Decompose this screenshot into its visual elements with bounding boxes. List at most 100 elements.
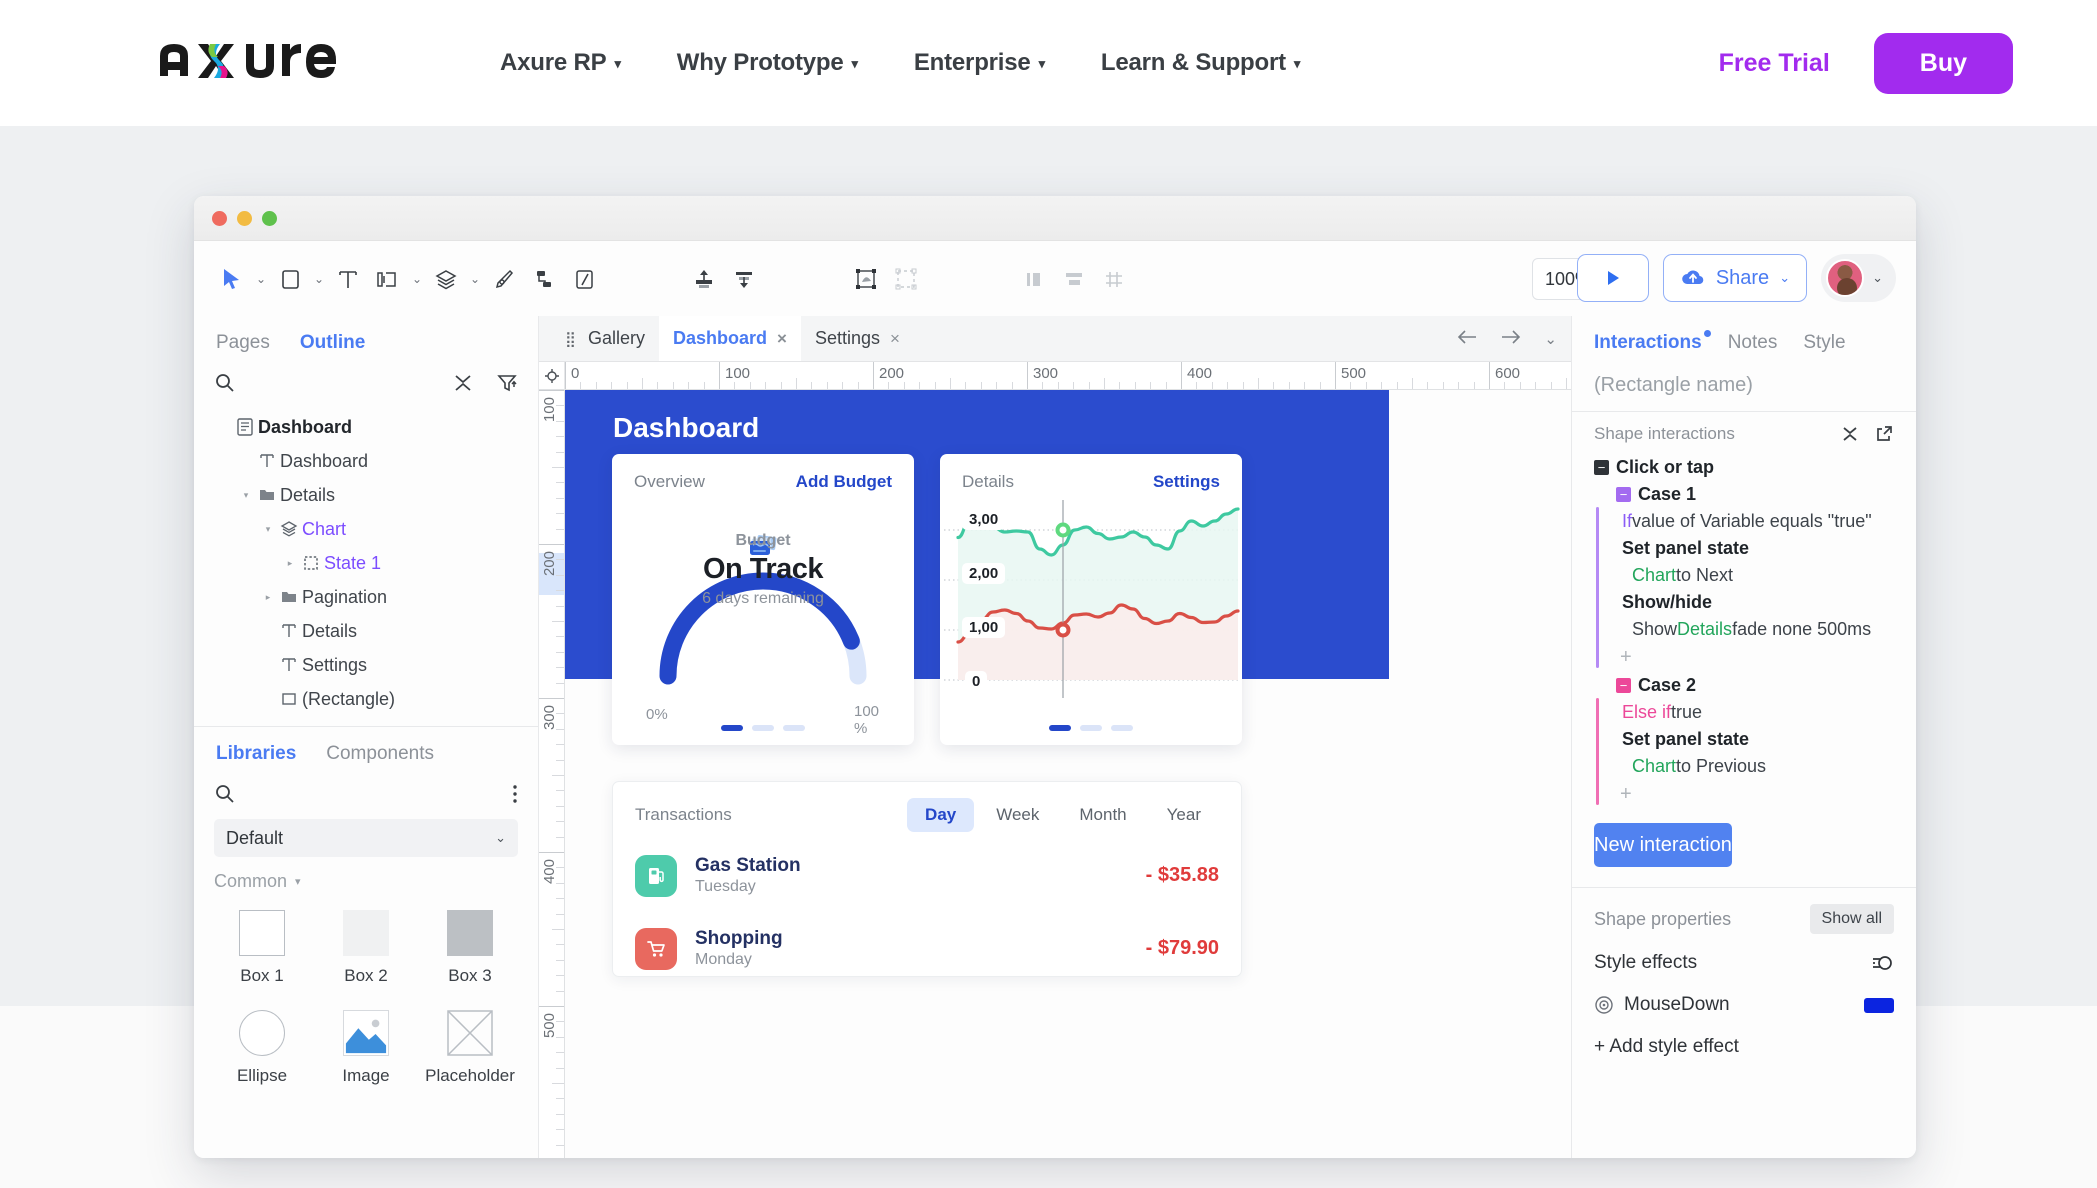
tab-style[interactable]: Style [1803,332,1845,354]
outline-item-chart-panel[interactable]: ▾ Chart [194,512,538,546]
outline-item-state-1[interactable]: ▸ State 1 [194,546,538,580]
tab-interactions[interactable]: Interactions [1594,330,1711,354]
case-1-condition[interactable]: If value of Variable equals "true" [1572,508,1916,535]
range-tab-day[interactable]: Day [907,798,975,832]
widget-image[interactable]: Image [314,1002,418,1094]
pagination-dot[interactable] [783,725,805,731]
share-button[interactable]: Share ⌄ [1662,254,1808,302]
chart-marker-1[interactable] [1055,522,1071,538]
pagination-dot[interactable] [1080,725,1102,731]
canvas-stage[interactable]: Dashboard Overview Add Budget Budget On … [565,390,1571,1158]
maximize-window-button[interactable] [262,210,277,226]
budget-overview-card[interactable]: Overview Add Budget Budget On Track 6 da… [612,454,914,745]
case-1-header[interactable]: − Case 1 [1572,481,1916,508]
widget-placeholder[interactable]: Placeholder [418,1002,522,1094]
chart-settings-button[interactable]: Settings [1153,472,1220,492]
case-2-add-action[interactable]: + [1572,780,1916,809]
outline-item-details-text[interactable]: Details [194,614,538,648]
tab-libraries[interactable]: Libraries [216,743,296,765]
doc-tab-dashboard[interactable]: Dashboard × [659,316,801,361]
outline-item-details-folder[interactable]: ▾ Details [194,478,538,512]
collapse-toggle-icon[interactable]: − [1616,678,1631,693]
outline-item-pagination[interactable]: ▸ Pagination [194,580,538,614]
pointer-tool-icon[interactable] [212,259,252,299]
layout-tool-icon[interactable] [368,259,408,299]
show-all-button[interactable]: Show all [1809,904,1894,934]
pagination-dot[interactable] [721,725,743,731]
widget-box-2[interactable]: Box 2 [314,902,418,994]
distribute-horizontal-icon[interactable] [1014,259,1054,299]
add-style-effect-button[interactable]: + Add style effect [1572,1026,1916,1068]
filter-icon[interactable] [496,372,518,394]
case-1-action-1-detail[interactable]: Chart to Next [1572,562,1916,589]
twisty[interactable]: ▸ [282,558,298,569]
case-1-action-2-detail[interactable]: Show Details fade none 500ms [1572,616,1916,643]
nav-item-enterprise[interactable]: Enterprise ▾ [914,49,1045,77]
case-1-action-1-name[interactable]: Set panel state [1572,535,1916,562]
layers-tool-icon[interactable] [426,259,466,299]
case-2-action-1-detail[interactable]: Chart to Previous [1572,753,1916,780]
outline-item-rectangle[interactable]: (Rectangle) [194,682,538,716]
close-icon[interactable]: × [890,329,900,349]
outline-item-dashboard-text[interactable]: Dashboard [194,444,538,478]
minimize-window-button[interactable] [237,210,252,226]
doc-tab-gallery[interactable]: ⣿ Gallery [551,316,659,361]
forward-arrow-icon[interactable] [1500,328,1522,351]
pointer-tool-chevron-down-icon[interactable]: ⌄ [252,272,270,286]
nav-item-why-prototype[interactable]: Why Prototype ▾ [677,49,858,77]
range-tab-week[interactable]: Week [978,798,1057,832]
effect-color-swatch[interactable] [1864,997,1894,1013]
collapse-toggle-icon[interactable]: − [1616,487,1631,502]
widget-box-3[interactable]: Box 3 [418,902,522,994]
pagination-dot[interactable] [1111,725,1133,731]
outline-item-settings-text[interactable]: Settings [194,648,538,682]
range-tab-year[interactable]: Year [1149,798,1219,832]
doc-tab-settings[interactable]: Settings × [801,316,914,361]
collapse-toggle-icon[interactable]: − [1594,460,1609,475]
text-tool-icon[interactable] [328,259,368,299]
rectangle-tool-icon[interactable] [270,259,310,299]
pagination-dot[interactable] [752,725,774,731]
unmask-selection-icon[interactable] [886,259,926,299]
ruler-origin-icon[interactable] [539,362,565,390]
event-click-or-tap[interactable]: − Click or tap [1572,454,1916,481]
connector-tool-icon[interactable] [524,259,564,299]
nav-item-axure-rp[interactable]: Axure RP ▾ [500,49,621,77]
tab-notes[interactable]: Notes [1728,332,1778,354]
library-category[interactable]: Common ▾ [194,857,538,896]
buy-button[interactable]: Buy [1873,32,2013,94]
send-to-back-icon[interactable] [724,259,764,299]
drag-handle-icon[interactable]: ⣿ [565,330,576,348]
pen-tool-icon[interactable] [484,259,524,299]
tab-list-chevron-down-icon[interactable]: ⌄ [1544,330,1557,348]
twisty[interactable]: ▾ [238,490,254,501]
range-tab-month[interactable]: Month [1061,798,1144,832]
outline-item-dashboard-page[interactable]: Dashboard [194,410,538,444]
account-menu[interactable]: ⌄ [1821,254,1896,302]
case-2-action-1-name[interactable]: Set panel state [1572,726,1916,753]
grid-icon[interactable] [1094,259,1134,299]
case-1-add-action[interactable]: + [1572,643,1916,672]
details-chart-card[interactable]: Details Settings 3,00 2,00 1,00 0 [940,454,1242,745]
collapse-all-icon[interactable] [452,372,474,394]
twisty[interactable]: ▾ [260,524,276,535]
tab-components[interactable]: Components [326,743,434,765]
distribute-vertical-icon[interactable] [1054,259,1094,299]
transaction-row[interactable]: Shopping Monday - $79.90 [613,919,1241,978]
case-2-header[interactable]: − Case 2 [1572,672,1916,699]
transaction-row[interactable]: Gas Station Tuesday - $35.88 [613,846,1241,905]
collapse-all-icon[interactable] [1840,424,1860,444]
axure-logo[interactable] [158,28,338,90]
free-trial-link[interactable]: Free Trial [1719,49,1830,78]
tab-outline[interactable]: Outline [300,332,365,354]
pagination-dot[interactable] [1049,725,1071,731]
add-budget-button[interactable]: Add Budget [796,472,892,492]
new-interaction-button[interactable]: New interaction [1594,823,1732,867]
rectangle-tool-chevron-down-icon[interactable]: ⌄ [310,272,328,286]
library-select[interactable]: Default ⌄ [214,819,518,857]
back-arrow-icon[interactable] [1456,328,1478,351]
chart-marker-2[interactable] [1055,622,1071,638]
tab-pages[interactable]: Pages [216,332,270,354]
twisty[interactable]: ▸ [260,592,276,603]
close-window-button[interactable] [212,210,227,226]
